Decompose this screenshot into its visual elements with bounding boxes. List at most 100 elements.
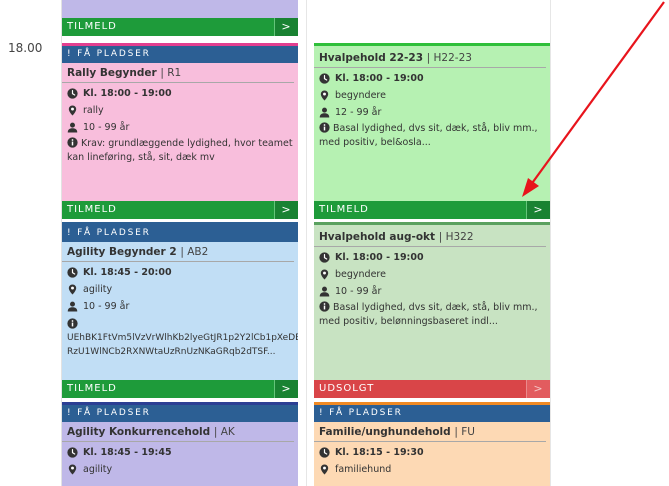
location-pin-icon (319, 90, 330, 101)
user-icon (319, 107, 330, 118)
signup-button[interactable]: TILMELD > (62, 380, 298, 398)
course-code: | AK (213, 426, 235, 438)
course-code: | FU (454, 426, 475, 438)
course-name: Familie/unghundehold (319, 426, 451, 438)
signup-label: TILMELD (319, 204, 369, 215)
user-icon (319, 286, 330, 297)
age-row: 10 - 99 år (62, 296, 298, 313)
course-age: 10 - 99 år (335, 286, 382, 297)
course-info: UEhBK1FtVm5lVzVrWlhKb2lyeGtJR1p2Y2lCb1pX… (62, 329, 298, 359)
few-spots-badge: ! FÅ PLADSER (314, 405, 550, 422)
time-row: Kl. 18:00 - 19:00 (314, 68, 550, 85)
course-card-familie-unghundehold[interactable]: ! FÅ PLADSER Familie/unghundehold | FU K… (314, 402, 550, 486)
location-pin-icon (319, 269, 330, 280)
card-title: Agility Konkurrencehold | AK (62, 422, 294, 442)
course-name: Hvalpehold aug-okt (319, 231, 436, 243)
signup-label: TILMELD (67, 204, 117, 215)
age-row: 12 - 99 år (314, 102, 550, 119)
clock-icon (67, 447, 78, 458)
time-row: Kl. 18:45 - 19:45 (62, 442, 298, 459)
course-card-agility-konkurrencehold[interactable]: ! FÅ PLADSER Agility Konkurrencehold | A… (62, 402, 298, 486)
course-name: Agility Begynder 2 (67, 246, 177, 258)
location-pin-icon (67, 464, 78, 475)
course-card-agility-begynder-2[interactable]: ! FÅ PLADSER Agility Begynder 2 | AB2 Kl… (62, 222, 298, 380)
course-code: | R1 (160, 67, 182, 79)
location-row: rally (62, 100, 298, 117)
info-row: Basal lydighed, dvs sit, dæk, stå, bliv … (314, 119, 550, 150)
course-age: 10 - 99 år (83, 122, 130, 133)
location-row: agility (62, 279, 298, 296)
soldout-button[interactable]: UDSOLGT > (314, 380, 550, 398)
age-row: 10 - 99 år (62, 117, 298, 134)
card-title: Agility Begynder 2 | AB2 (62, 242, 294, 262)
chevron-right-icon: > (274, 18, 298, 36)
signup-label: TILMELD (67, 21, 117, 32)
course-name: Agility Konkurrencehold (67, 426, 211, 438)
few-spots-badge: ! FÅ PLADSER (62, 225, 298, 242)
signup-button[interactable]: TILMELD > (62, 18, 298, 36)
signup-label: TILMELD (67, 383, 117, 394)
time-column: 18.00 (0, 0, 62, 486)
course-time: Kl. 18:00 - 19:00 (335, 252, 424, 263)
signup-button[interactable]: TILMELD > (314, 201, 550, 219)
course-location: begyndere (335, 90, 386, 101)
course-name: Hvalpehold 22-23 (319, 52, 423, 64)
info-row (62, 313, 298, 329)
location-row: begyndere (314, 264, 550, 281)
time-row: Kl. 18:15 - 19:30 (314, 442, 550, 459)
course-code: | H322 (438, 231, 474, 243)
location-row: begyndere (314, 85, 550, 102)
course-time: Kl. 18:45 - 20:00 (83, 267, 172, 278)
course-code: | H22-23 (426, 52, 472, 64)
info-icon (319, 122, 330, 133)
column-divider (306, 0, 307, 486)
clock-icon (319, 73, 330, 84)
info-row: Krav: grundlæggende lydighed, hvor teame… (62, 134, 298, 165)
course-location: agility (83, 464, 113, 475)
chevron-right-icon: > (274, 380, 298, 398)
time-row: Kl. 18:00 - 19:00 (314, 247, 550, 264)
course-card-rally[interactable]: ! FÅ PLADSER Rally Begynder | R1 Kl. 18:… (62, 43, 298, 201)
user-icon (67, 122, 78, 133)
course-info: Krav: grundlæggende lydighed, hvor teame… (67, 138, 293, 163)
course-location: agility (83, 284, 113, 295)
course-time: Kl. 18:00 - 19:00 (83, 88, 172, 99)
course-age: 12 - 99 år (335, 107, 382, 118)
clock-icon (319, 252, 330, 263)
card-title: Familie/unghundehold | FU (314, 422, 546, 442)
time-row: Kl. 18:00 - 19:00 (62, 83, 298, 100)
course-location: familiehund (335, 464, 392, 475)
location-pin-icon (67, 284, 78, 295)
clock-icon (67, 88, 78, 99)
time-slot-label: 18.00 (8, 41, 43, 55)
location-row: agility (62, 459, 298, 476)
course-info-line: UEhBK1FtVm5lVzVrWlhKb2lyeGtJR1p2Y2lCb1pX… (67, 333, 298, 343)
course-card-hvalpehold-aug-okt[interactable]: Hvalpehold aug-okt | H322 Kl. 18:00 - 19… (314, 222, 550, 380)
chevron-right-icon: > (526, 201, 550, 219)
age-row: 10 - 99 år (314, 281, 550, 298)
soldout-label: UDSOLGT (319, 383, 375, 394)
clock-icon (319, 447, 330, 458)
course-info: Basal lydighed, dvs sit, dæk, stå, bliv … (319, 302, 538, 327)
few-spots-badge: ! FÅ PLADSER (62, 46, 298, 63)
info-icon (67, 318, 78, 329)
column-divider (550, 0, 551, 486)
few-spots-badge: ! FÅ PLADSER (62, 405, 298, 422)
location-row: familiehund (314, 459, 550, 476)
info-row: Basal lydighed, dvs sit, dæk, stå, bliv … (314, 298, 550, 329)
previous-card-remnant (62, 0, 298, 18)
user-icon (67, 301, 78, 312)
chevron-right-icon: > (526, 380, 550, 398)
course-time: Kl. 18:15 - 19:30 (335, 447, 424, 458)
signup-button[interactable]: TILMELD > (62, 201, 298, 219)
course-location: rally (83, 105, 104, 116)
info-icon (319, 301, 330, 312)
clock-icon (67, 267, 78, 278)
course-name: Rally Begynder (67, 67, 157, 79)
course-location: begyndere (335, 269, 386, 280)
location-pin-icon (67, 105, 78, 116)
time-row: Kl. 18:45 - 20:00 (62, 262, 298, 279)
course-card-hvalpehold-22-23[interactable]: Hvalpehold 22-23 | H22-23 Kl. 18:00 - 19… (314, 43, 550, 201)
course-age: 10 - 99 år (83, 301, 130, 312)
course-info-line: RzU1WlNCb2RXNWtaUzRnUzNKaGRqb2dTSF... (67, 347, 276, 357)
